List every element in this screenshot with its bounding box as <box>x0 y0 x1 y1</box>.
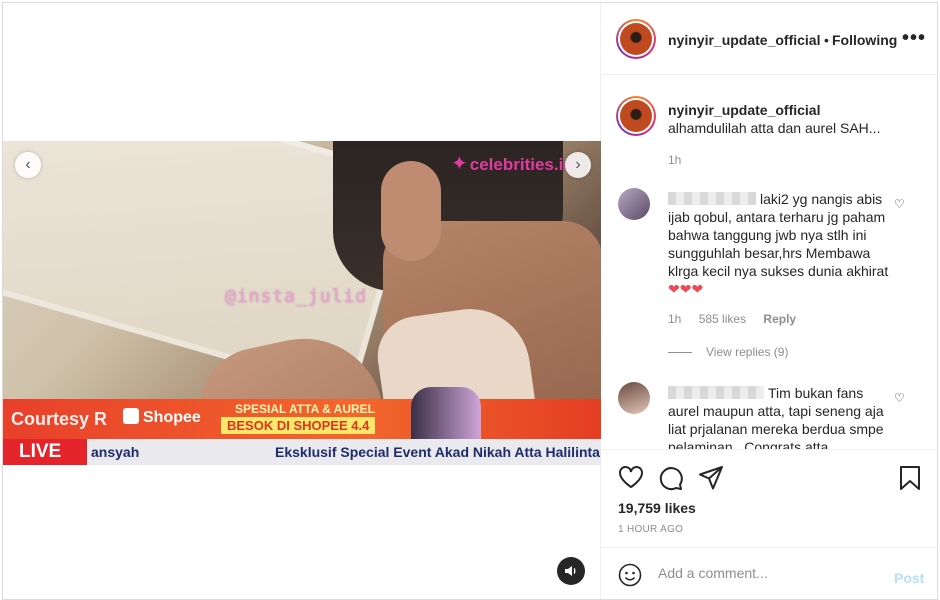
post-dialog: ✦ celebrities.id @insta_julid Courtesy R … <box>2 2 938 600</box>
avatar[interactable] <box>618 382 650 414</box>
ticker-text-left: ansyah <box>91 444 140 460</box>
post-comment-button[interactable]: Post <box>894 570 924 586</box>
redacted-username <box>668 386 764 399</box>
caption-time: 1h <box>668 153 682 167</box>
save-button[interactable] <box>898 465 922 494</box>
star-icon: ✦ <box>451 153 468 175</box>
share-button[interactable] <box>698 465 724 494</box>
shopping-bag-icon <box>123 408 139 424</box>
live-badge: LIVE <box>3 439 87 465</box>
media-panel: ✦ celebrities.id @insta_julid Courtesy R … <box>3 3 601 599</box>
news-ticker: LIVE ansyah Eksklusif Special Event Akad… <box>3 439 601 465</box>
watermark-handle: @insta_julid <box>225 286 368 307</box>
action-bar <box>602 461 938 501</box>
following-button[interactable]: Following <box>832 32 897 48</box>
next-button[interactable]: › <box>565 152 591 178</box>
likes-count[interactable]: 19,759 likes <box>618 500 696 516</box>
promo-line-1: SPESIAL ATTA & AUREL <box>235 402 376 416</box>
emoji-button[interactable] <box>618 563 642 590</box>
like-comment-heart-icon[interactable]: ♡ <box>894 197 905 211</box>
side-panel: nyinyir_update_official • Following ••• … <box>602 3 938 599</box>
add-comment-bar: Post <box>602 547 938 599</box>
hearts-emoji: ❤❤❤ <box>668 281 704 297</box>
comment-icon <box>659 467 683 491</box>
emoji-icon <box>618 563 642 587</box>
redacted-username <box>668 192 756 205</box>
banner-shopee: Shopee <box>123 408 201 427</box>
comment-time: 1h <box>668 312 682 326</box>
chevron-right-icon: › <box>575 156 581 173</box>
separator-dot: • <box>824 32 829 48</box>
post-video[interactable]: ✦ celebrities.id @insta_julid Courtesy R … <box>3 141 601 465</box>
like-comment-heart-icon[interactable]: ♡ <box>894 391 905 405</box>
view-replies-button[interactable]: View replies (9) <box>668 345 788 359</box>
previous-button[interactable]: ‹ <box>15 152 41 178</box>
comment-button[interactable] <box>658 465 684 494</box>
promo-banner: Courtesy R Shopee SPESIAL ATTA & AUREL B… <box>3 387 601 439</box>
caption-text: alhamdulilah atta dan aurel SAH... <box>668 120 881 136</box>
caption-avatar[interactable] <box>616 96 656 136</box>
more-options-button[interactable]: ••• <box>902 27 926 50</box>
header-username[interactable]: nyinyir_update_official <box>668 32 820 48</box>
like-button[interactable] <box>618 465 644 492</box>
caption-username[interactable]: nyinyir_update_official <box>668 102 820 118</box>
comment-likes[interactable]: 585 likes <box>699 312 746 326</box>
comments-list[interactable]: nyinyir_update_official alhamdulilah att… <box>602 76 938 450</box>
chevron-left-icon: ‹ <box>25 156 31 173</box>
couple-image <box>411 387 481 439</box>
comment-input[interactable] <box>658 562 878 584</box>
bookmark-icon <box>900 466 920 490</box>
heart-icon <box>619 466 643 489</box>
share-icon <box>699 466 723 490</box>
ticker-text-right: Eksklusif Special Event Akad Nikah Atta … <box>275 444 601 460</box>
reply-button[interactable]: Reply <box>763 312 796 326</box>
promo-line-2: BESOK DI SHOPEE 4.4 <box>221 417 376 434</box>
banner-courtesy: Courtesy R <box>11 409 108 429</box>
watermark-site: ✦ celebrities.id <box>451 153 574 175</box>
post-time: 1 HOUR AGO <box>618 524 684 535</box>
post-header: nyinyir_update_official • Following ••• <box>602 3 938 75</box>
avatar[interactable] <box>618 188 650 220</box>
sound-toggle-button[interactable] <box>557 557 585 585</box>
avatar[interactable] <box>616 19 656 59</box>
sound-icon <box>565 566 576 576</box>
